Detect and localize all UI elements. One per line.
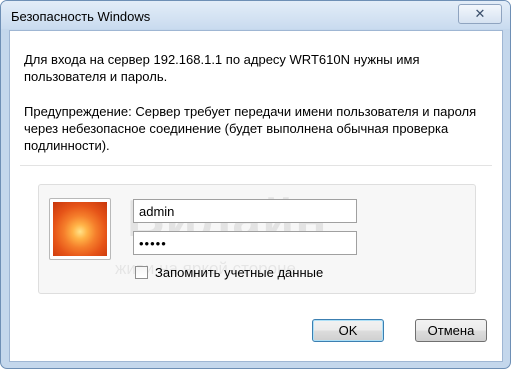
close-button[interactable]: ✕ (458, 4, 502, 24)
separator (20, 165, 492, 166)
credentials-panel: Билайн живи на яркой стороне Запомнить у… (38, 184, 476, 294)
security-dialog: Безопасность Windows ✕ Для входа на серв… (0, 0, 511, 369)
username-field[interactable] (133, 199, 357, 223)
flower-avatar-icon (53, 202, 107, 256)
server-message: Для входа на сервер 192.168.1.1 по адрес… (24, 52, 420, 84)
password-field[interactable] (133, 231, 357, 255)
warning-message: Предупреждение: Сервер требует передачи … (24, 104, 477, 153)
ok-button[interactable]: OK (312, 319, 384, 342)
title-bar: Безопасность Windows ✕ (1, 1, 510, 29)
remember-checkbox[interactable] (135, 266, 148, 279)
user-avatar (49, 198, 111, 260)
remember-label: Запомнить учетные данные (155, 265, 324, 280)
dialog-title: Безопасность Windows (11, 9, 151, 24)
cancel-button[interactable]: Отмена (415, 319, 487, 342)
remember-credentials[interactable]: Запомнить учетные данные (135, 265, 323, 280)
dialog-content: Для входа на сервер 192.168.1.1 по адрес… (9, 30, 503, 362)
close-icon: ✕ (474, 6, 486, 21)
